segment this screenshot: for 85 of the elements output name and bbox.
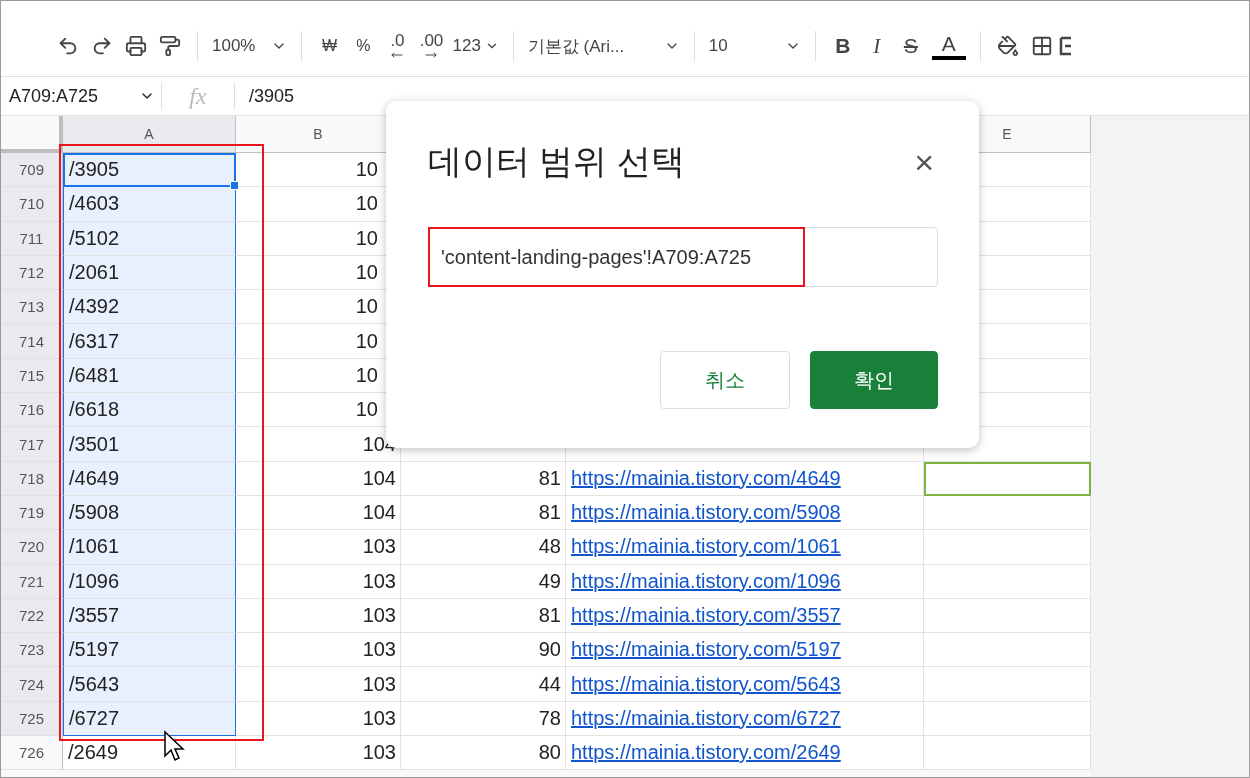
- table-cell: /6727: [63, 701, 236, 737]
- row-header[interactable]: 711: [1, 221, 63, 256]
- table-cell: 103: [236, 701, 401, 737]
- row-header[interactable]: 720: [1, 530, 63, 565]
- table-cell: /4392: [63, 290, 236, 325]
- table-cell: /1061: [63, 530, 236, 565]
- table-cell: /3501: [63, 427, 236, 462]
- table-cell: /6481: [63, 358, 236, 394]
- url-link[interactable]: https://mainia.tistory.com/1061: [571, 535, 841, 559]
- bold-button[interactable]: B: [825, 30, 860, 62]
- table-cell: 103: [236, 598, 401, 634]
- row-header[interactable]: 724: [1, 667, 63, 702]
- font-size-dropdown[interactable]: 10: [704, 30, 805, 62]
- strikethrough-button[interactable]: S: [893, 30, 928, 62]
- formula-value[interactable]: /3905: [235, 85, 295, 107]
- row-header[interactable]: 725: [1, 701, 63, 737]
- table-cell: /6317: [63, 324, 236, 359]
- table-cell: 104: [236, 495, 401, 531]
- url-link[interactable]: https://mainia.tistory.com/6727: [571, 706, 841, 730]
- fill-handle[interactable]: [230, 181, 239, 191]
- column-header[interactable]: A: [63, 116, 236, 153]
- row-header[interactable]: 716: [1, 393, 63, 428]
- table-cell: /2061: [63, 255, 236, 291]
- table-cell: 78: [401, 701, 566, 737]
- table-cell: 49: [401, 564, 566, 599]
- table-cell: /6618: [63, 393, 236, 428]
- url-link[interactable]: https://mainia.tistory.com/5197: [571, 638, 841, 662]
- row-header[interactable]: 710: [1, 187, 63, 222]
- table-cell: /4649: [63, 461, 236, 496]
- decrease-decimals-button[interactable]: .0: [380, 30, 415, 62]
- row-header[interactable]: 714: [1, 324, 63, 359]
- row-header[interactable]: 717: [1, 427, 63, 462]
- table-cell: 103: [236, 667, 401, 702]
- table-cell: /5102: [63, 221, 236, 256]
- table-cell: 103: [236, 633, 401, 668]
- table-cell: 90: [401, 633, 566, 668]
- row-header[interactable]: 718: [1, 461, 63, 496]
- row-header[interactable]: 723: [1, 633, 63, 668]
- function-label: fx: [188, 82, 208, 110]
- dialog-title: 데이터 범위 선택: [428, 141, 685, 182]
- number-format-dropdown[interactable]: 123: [448, 30, 503, 62]
- table-cell: 103: [236, 530, 401, 565]
- percent-button[interactable]: %: [346, 30, 381, 62]
- row-header[interactable]: 719: [1, 495, 63, 531]
- table-cell: 81: [401, 495, 566, 531]
- row-header[interactable]: 713: [1, 290, 63, 325]
- increase-decimals-button[interactable]: .00: [414, 30, 449, 62]
- table-cell: /5197: [63, 633, 236, 668]
- table-cell: /3557: [63, 598, 236, 634]
- table-cell: /4603: [63, 187, 236, 222]
- table-cell: /3905: [63, 153, 236, 188]
- range-input-field[interactable]: 'content-landing-pages'!A709:A725: [428, 227, 938, 287]
- row-header[interactable]: 709: [1, 153, 63, 188]
- url-link[interactable]: https://mainia.tistory.com/1096: [571, 569, 841, 593]
- table-cell: 48: [401, 530, 566, 565]
- row-header[interactable]: 715: [1, 358, 63, 394]
- row-header[interactable]: 712: [1, 255, 63, 291]
- cancel-button[interactable]: 취소: [660, 351, 790, 409]
- table-cell: 104: [236, 461, 401, 496]
- table-cell: 103: [236, 736, 401, 771]
- table-cell: 103: [236, 564, 401, 599]
- table-cell: /5643: [63, 667, 236, 702]
- table-cell: /1096: [63, 564, 236, 599]
- row-header[interactable]: 722: [1, 598, 63, 634]
- name-box[interactable]: A709:A725: [1, 85, 161, 107]
- table-cell: 81: [401, 461, 566, 496]
- table-cell: 80: [401, 736, 566, 771]
- ok-button[interactable]: 확인: [810, 351, 938, 409]
- url-link[interactable]: https://mainia.tistory.com/4649: [571, 466, 841, 490]
- zoom-dropdown[interactable]: 100%: [208, 30, 292, 62]
- mouse-cursor-icon: [163, 730, 185, 764]
- text-color-button[interactable]: A: [927, 30, 970, 62]
- font-dropdown[interactable]: 기본값 (Ari...: [523, 30, 684, 62]
- table-cell: /5908: [63, 495, 236, 531]
- url-link[interactable]: https://mainia.tistory.com/5643: [571, 672, 841, 696]
- currency-button[interactable]: ₩: [312, 30, 347, 62]
- row-header[interactable]: 721: [1, 564, 63, 599]
- table-cell: /2649: [63, 736, 236, 771]
- table-cell: 44: [401, 667, 566, 702]
- url-link[interactable]: https://mainia.tistory.com/5908: [571, 501, 841, 525]
- url-link[interactable]: https://mainia.tistory.com/2649: [571, 741, 841, 765]
- italic-button[interactable]: I: [859, 30, 894, 62]
- table-cell: 81: [401, 598, 566, 634]
- url-link[interactable]: https://mainia.tistory.com/3557: [571, 604, 841, 627]
- row-header[interactable]: 726: [1, 736, 63, 771]
